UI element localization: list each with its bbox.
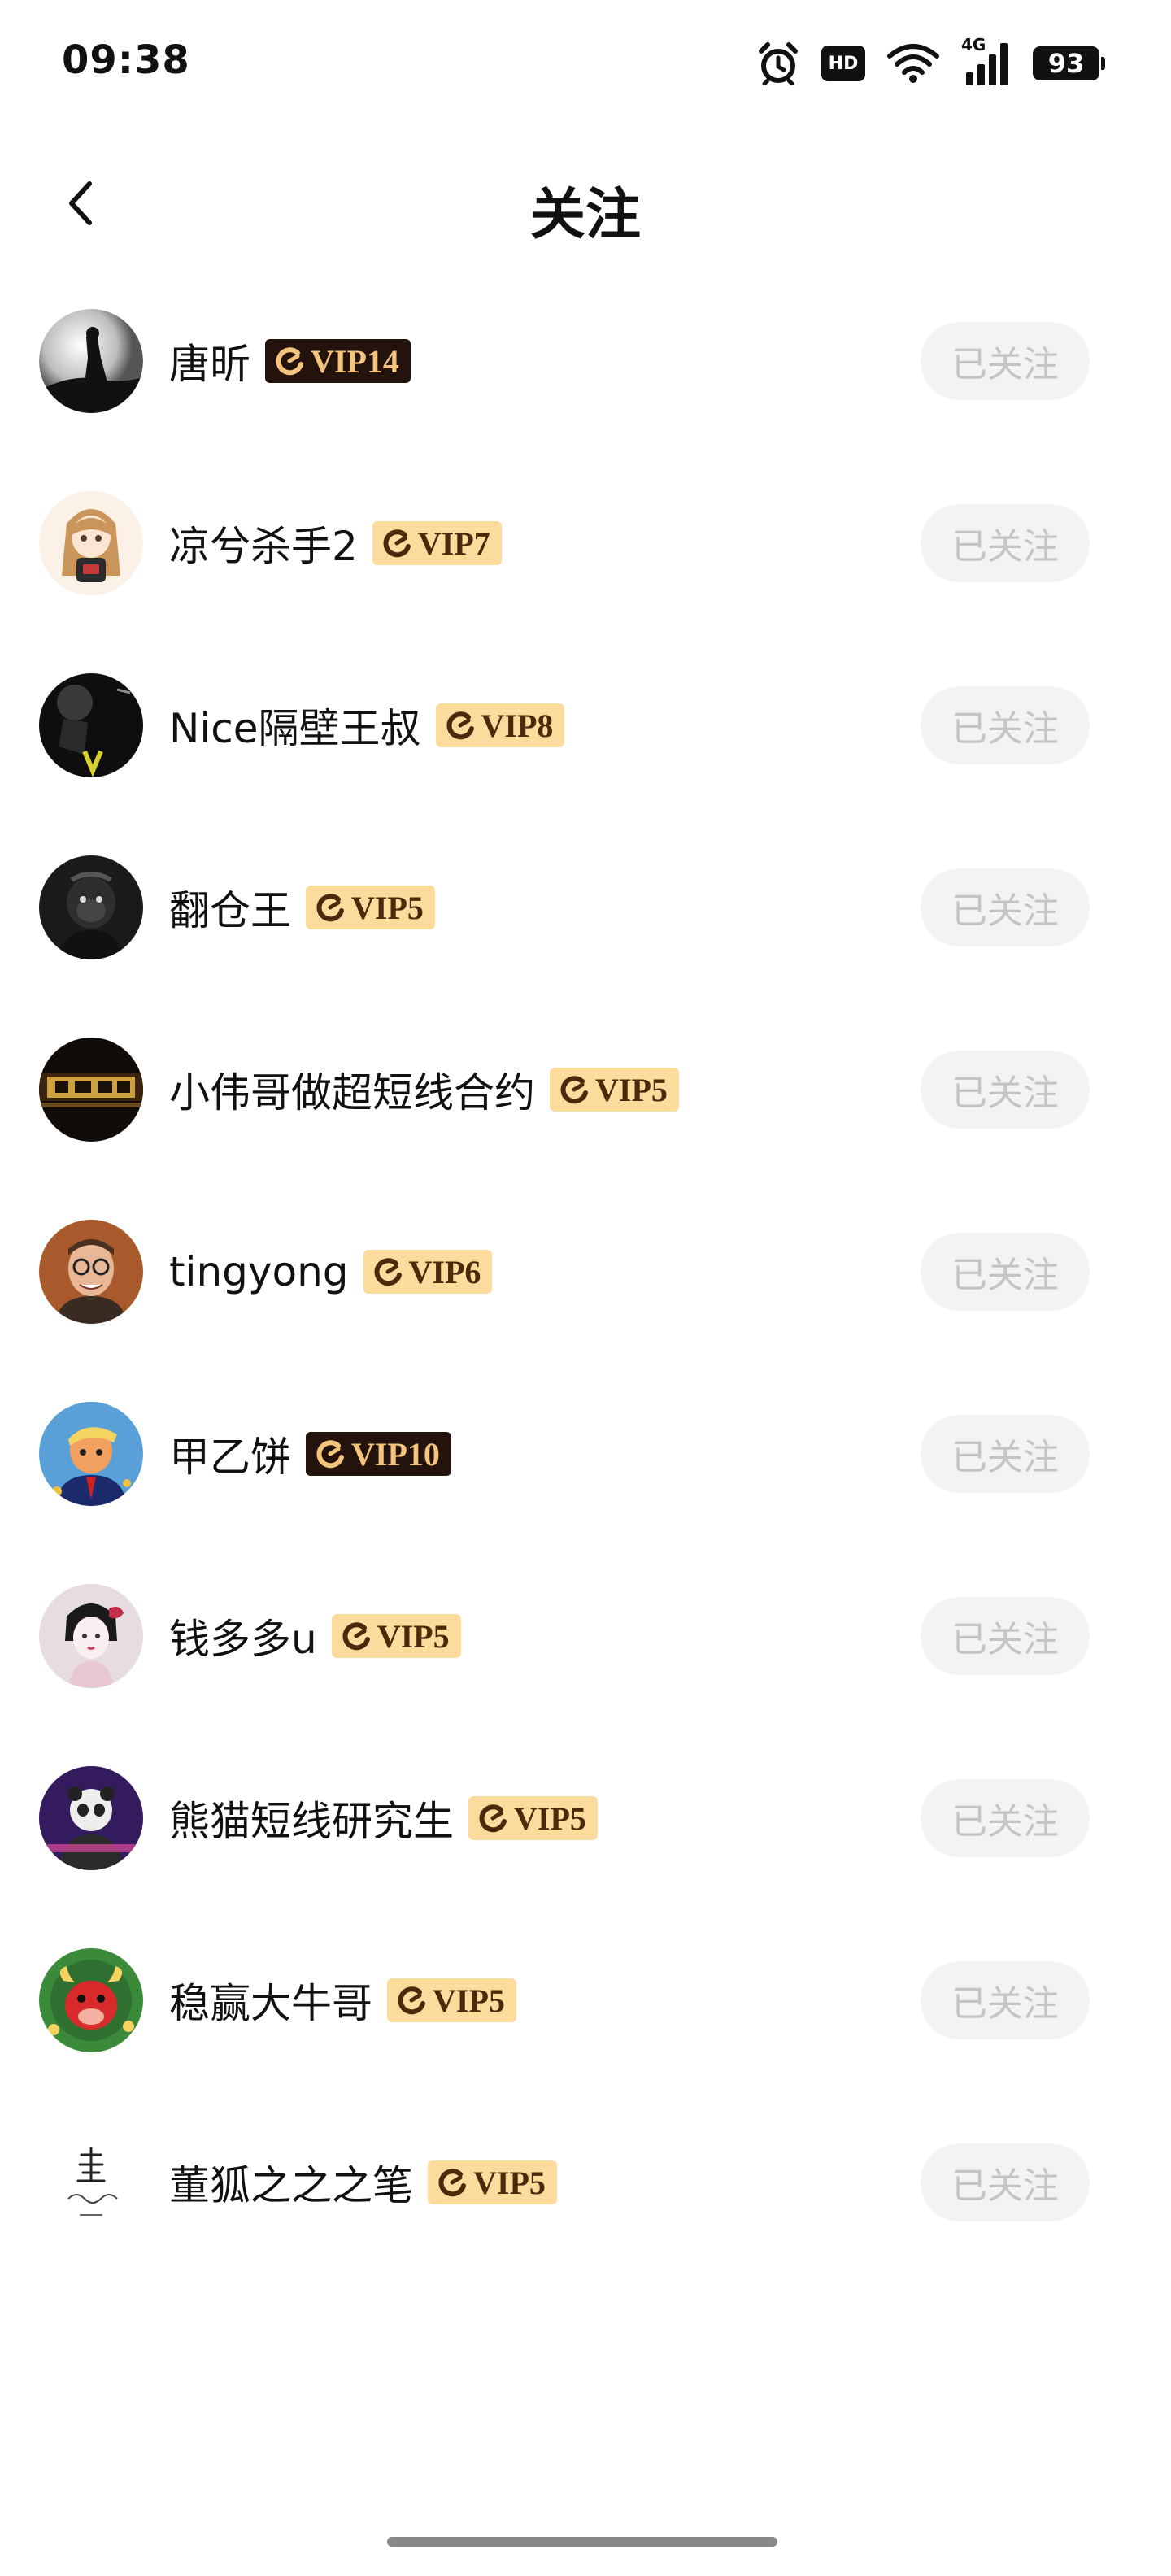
avatar[interactable] <box>39 1766 143 1870</box>
user-name: tingyong <box>169 1248 349 1295</box>
vip-badge: VIP5 <box>428 2160 557 2204</box>
list-item[interactable]: Nice隔壁王叔 VIP8 已关注 <box>0 673 1171 855</box>
avatar[interactable] <box>39 2130 143 2234</box>
avatar[interactable] <box>39 491 143 595</box>
vip-c-icon <box>398 1986 425 2015</box>
vip-badge: VIP7 <box>372 521 502 565</box>
avatar[interactable] <box>39 1948 143 2052</box>
vip-level: VIP6 <box>408 1253 481 1290</box>
vip-c-icon <box>316 894 344 922</box>
vip-level: VIP5 <box>595 1071 668 1108</box>
vip-level: VIP5 <box>351 889 424 926</box>
vip-badge: VIP5 <box>550 1068 679 1112</box>
follow-list: 唐昕 VIP14 已关注 凉兮杀手2 VIP7 已关注 Nice隔壁王叔 VIP… <box>0 309 1171 2313</box>
followed-button[interactable]: 已关注 <box>921 686 1090 764</box>
page-title: 关注 <box>529 183 641 247</box>
avatar[interactable] <box>39 1402 143 1506</box>
avatar[interactable] <box>39 1584 143 1688</box>
hd-icon: HD <box>821 46 865 81</box>
vip-badge: VIP6 <box>363 1250 493 1294</box>
vip-c-icon <box>446 711 474 740</box>
vip-level: VIP8 <box>481 707 554 744</box>
user-name: 甲乙饼 <box>169 1434 291 1481</box>
status-time: 09:38 <box>62 37 190 83</box>
vip-level: VIP5 <box>473 2164 546 2201</box>
followed-button[interactable]: 已关注 <box>921 1415 1090 1493</box>
followed-button[interactable]: 已关注 <box>921 1051 1090 1129</box>
avatar[interactable] <box>39 1220 143 1324</box>
vip-badge: VIP5 <box>331 1614 461 1658</box>
list-item[interactable]: 甲乙饼 VIP10 已关注 <box>0 1402 1171 1584</box>
followed-button[interactable]: 已关注 <box>921 1233 1090 1311</box>
vip-level: VIP14 <box>311 342 399 380</box>
vip-badge: VIP5 <box>468 1796 598 1840</box>
status-bar: 09:38 HD 4G 93 <box>0 0 1171 122</box>
vip-badge: VIP5 <box>387 1978 516 2022</box>
user-name: 翻仓王 <box>169 887 291 934</box>
user-name: 稳赢大牛哥 <box>169 1980 372 2027</box>
user-name: 唐昕 <box>169 341 250 388</box>
battery-indicator: 93 <box>1033 46 1105 80</box>
list-item[interactable]: 凉兮杀手2 VIP7 已关注 <box>0 491 1171 673</box>
cellular-icon: 4G <box>961 35 1012 87</box>
avatar[interactable] <box>39 309 143 413</box>
wifi-icon <box>887 44 939 83</box>
user-name: 钱多多u <box>169 1616 317 1663</box>
list-item[interactable]: tingyong VIP6 已关注 <box>0 1220 1171 1402</box>
followed-button[interactable]: 已关注 <box>921 1779 1090 1857</box>
vip-level: VIP5 <box>377 1617 450 1655</box>
vip-c-icon <box>438 2169 466 2197</box>
followed-button[interactable]: 已关注 <box>921 2143 1090 2221</box>
alarm-icon <box>759 42 798 85</box>
followed-button[interactable]: 已关注 <box>921 1961 1090 2039</box>
vip-badge: VIP14 <box>265 339 411 383</box>
user-name: 熊猫短线研究生 <box>169 1798 454 1845</box>
vip-level: VIP7 <box>417 524 490 562</box>
vip-c-icon <box>316 1440 344 1469</box>
vip-level: VIP5 <box>514 1799 586 1837</box>
vip-c-icon <box>276 347 303 376</box>
list-item[interactable]: 翻仓王 VIP5 已关注 <box>0 855 1171 1038</box>
nav-header: 关注 <box>0 146 1171 260</box>
vip-c-icon <box>560 1076 588 1104</box>
vip-c-icon <box>374 1258 402 1286</box>
home-indicator[interactable] <box>387 2537 777 2547</box>
user-name: 小伟哥做超短线合约 <box>169 1069 535 1116</box>
vip-badge: VIP8 <box>435 703 565 747</box>
vip-badge: VIP10 <box>306 1432 451 1476</box>
followed-button[interactable]: 已关注 <box>921 1597 1090 1675</box>
vip-c-icon <box>479 1804 507 1833</box>
user-name: 董狐之之之笔 <box>169 2162 413 2209</box>
vip-c-icon <box>342 1622 370 1651</box>
list-item[interactable]: 稳赢大牛哥 VIP5 已关注 <box>0 1948 1171 2130</box>
user-name: Nice隔壁王叔 <box>169 705 421 752</box>
avatar[interactable] <box>39 1038 143 1142</box>
user-name: 凉兮杀手2 <box>169 523 358 570</box>
avatar[interactable] <box>39 855 143 959</box>
followed-button[interactable]: 已关注 <box>921 322 1090 400</box>
vip-badge: VIP5 <box>306 886 435 929</box>
list-item[interactable]: 熊猫短线研究生 VIP5 已关注 <box>0 1766 1171 1948</box>
list-item[interactable]: 董狐之之之笔 VIP5 已关注 <box>0 2130 1171 2313</box>
list-item[interactable]: 唐昕 VIP14 已关注 <box>0 309 1171 491</box>
list-item[interactable]: 钱多多u VIP5 已关注 <box>0 1584 1171 1766</box>
vip-level: VIP5 <box>433 1982 505 2019</box>
vip-c-icon <box>383 529 411 558</box>
avatar[interactable] <box>39 673 143 777</box>
followed-button[interactable]: 已关注 <box>921 504 1090 582</box>
vip-level: VIP10 <box>351 1435 440 1473</box>
list-item[interactable]: 小伟哥做超短线合约 VIP5 已关注 <box>0 1038 1171 1220</box>
followed-button[interactable]: 已关注 <box>921 868 1090 946</box>
status-icons: HD 4G 93 <box>756 35 1105 88</box>
